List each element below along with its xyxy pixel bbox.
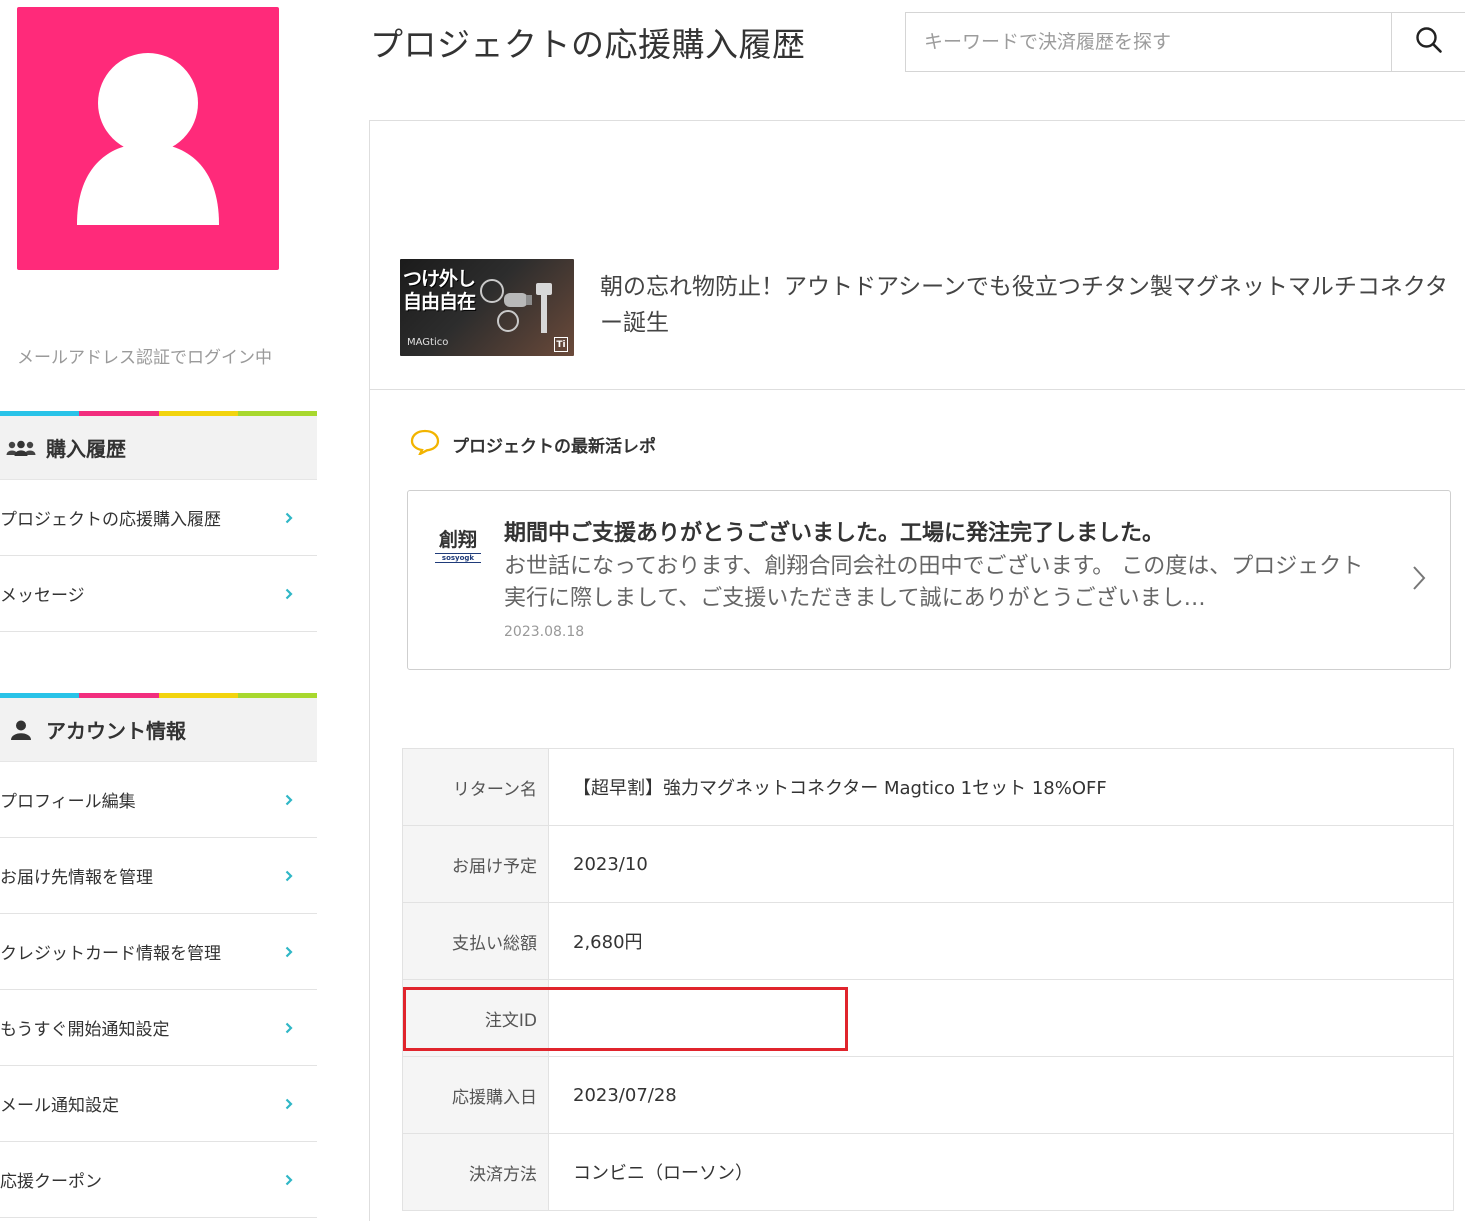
sidebar-item-label: もうすぐ開始通知設定	[0, 1020, 170, 1040]
row-label: 決済方法	[402, 1133, 549, 1211]
row-value: 2023/07/28	[548, 1056, 1454, 1134]
table-row: 決済方法 コンビニ（ローソン）	[402, 1133, 1454, 1211]
report-date: 2023.08.18	[504, 624, 585, 640]
chevron-right-icon	[283, 511, 295, 525]
purchase-history-section: 購入履歴 プロジェクトの応援購入履歴 メッセージ	[0, 411, 317, 632]
login-status-text: メールアドレス認証でログイン中	[17, 348, 272, 368]
search-bar	[905, 12, 1465, 72]
sidebar-item-label: プロジェクトの応援購入履歴	[0, 510, 221, 530]
avatar	[17, 7, 279, 270]
sidebar-item-profile-edit[interactable]: プロフィール編集	[0, 762, 317, 838]
sidebar-item-label: お届け先情報を管理	[0, 868, 153, 888]
report-excerpt: お世話になっております、創翔合同会社の田中でございます。 この度は、プロジェクト…	[504, 554, 1364, 611]
activity-report-title: プロジェクトの最新活レポ	[410, 429, 656, 459]
logo-text: 創翔	[438, 529, 477, 551]
chevron-right-icon	[283, 945, 295, 959]
magnet-connector-icon	[480, 279, 552, 333]
titanium-badge: Ti	[554, 337, 568, 352]
logo-subtext: sosyogk	[435, 553, 481, 563]
section-title: 購入履歴	[46, 437, 126, 461]
search-input[interactable]	[906, 13, 1391, 71]
section-title: アカウント情報	[46, 719, 186, 743]
chevron-right-icon	[283, 1097, 295, 1111]
sidebar-item-coupon[interactable]: 応援クーポン	[0, 1142, 317, 1218]
sidebar-item-label: プロフィール編集	[0, 792, 136, 812]
table-row: リターン名 【超早割】強力マグネットコネクター Magtico 1セット 18%…	[402, 748, 1454, 826]
thumbnail-brand: MAGtico	[407, 337, 449, 348]
search-icon	[1415, 26, 1443, 58]
row-label: 注文ID	[402, 979, 549, 1057]
company-logo: 創翔 sosyogk	[435, 525, 481, 563]
group-icon	[4, 440, 38, 456]
purchase-card: つけ外し 自由自在 MAGtico Ti 朝の忘れ物防止！アウトドアシーンでも役…	[369, 120, 1465, 1221]
row-value	[548, 979, 1454, 1057]
table-row: 注文ID	[402, 979, 1454, 1057]
sidebar-item-label: メール通知設定	[0, 1096, 119, 1116]
table-row: 応援購入日 2023/07/28	[402, 1056, 1454, 1134]
row-value: 2023/10	[548, 825, 1454, 903]
table-row: 支払い総額 2,680円	[402, 902, 1454, 980]
project-thumbnail[interactable]: つけ外し 自由自在 MAGtico Ti	[400, 259, 574, 356]
row-label: 応援購入日	[402, 1056, 549, 1134]
chevron-right-icon	[283, 869, 295, 883]
section-title: プロジェクトの最新活レポ	[452, 436, 656, 457]
sidebar-item-label: 応援クーポン	[0, 1172, 102, 1192]
project-name-link[interactable]: 朝の忘れ物防止！アウトドアシーンでも役立つチタン製マグネットマルチコネクター誕生	[600, 269, 1450, 341]
chevron-right-icon	[1412, 565, 1426, 595]
speech-bubble-icon	[410, 429, 440, 459]
row-value: 【超早割】強力マグネットコネクター Magtico 1セット 18%OFF	[548, 748, 1454, 826]
color-stripe	[0, 411, 317, 416]
sidebar-item-label: クレジットカード情報を管理	[0, 944, 221, 964]
sidebar-item-messages[interactable]: メッセージ	[0, 556, 317, 632]
row-value: 2,680円	[548, 902, 1454, 980]
account-info-header: アカウント情報	[0, 698, 317, 762]
activity-report-card[interactable]: 創翔 sosyogk 期間中ご支援ありがとうございました。工場に発注完了しました…	[407, 490, 1451, 670]
row-label: 支払い総額	[402, 902, 549, 980]
row-label: リターン名	[402, 748, 549, 826]
sidebar-item-purchase-history[interactable]: プロジェクトの応援購入履歴	[0, 480, 317, 556]
search-button[interactable]	[1391, 13, 1465, 71]
row-value: コンビニ（ローソン）	[548, 1133, 1454, 1211]
purchase-history-header: 購入履歴	[0, 416, 317, 480]
account-info-section: アカウント情報 プロフィール編集 お届け先情報を管理 クレジットカード情報を管理…	[0, 693, 317, 1218]
person-silhouette-icon	[77, 53, 219, 225]
sidebar-item-label: メッセージ	[0, 586, 85, 606]
sidebar-item-credit-card[interactable]: クレジットカード情報を管理	[0, 914, 317, 990]
color-stripe	[0, 693, 317, 698]
sidebar-item-email-notification[interactable]: メール通知設定	[0, 1066, 317, 1142]
sidebar-item-start-notification[interactable]: もうすぐ開始通知設定	[0, 990, 317, 1066]
table-row: お届け予定 2023/10	[402, 825, 1454, 903]
project-row: つけ外し 自由自在 MAGtico Ti 朝の忘れ物防止！アウトドアシーンでも役…	[370, 121, 1465, 390]
page-title: プロジェクトの応援購入履歴	[370, 25, 806, 64]
sidebar-item-shipping-address[interactable]: お届け先情報を管理	[0, 838, 317, 914]
row-label: お届け予定	[402, 825, 549, 903]
report-heading: 期間中ご支援ありがとうございました。工場に発注完了しました。	[504, 521, 1165, 546]
chevron-right-icon	[283, 1173, 295, 1187]
person-icon	[4, 720, 38, 740]
thumbnail-caption: 自由自在	[403, 291, 476, 313]
purchase-details-table: リターン名 【超早割】強力マグネットコネクター Magtico 1セット 18%…	[402, 748, 1454, 1211]
chevron-right-icon	[283, 1021, 295, 1035]
chevron-right-icon	[283, 793, 295, 807]
chevron-right-icon	[283, 587, 295, 601]
